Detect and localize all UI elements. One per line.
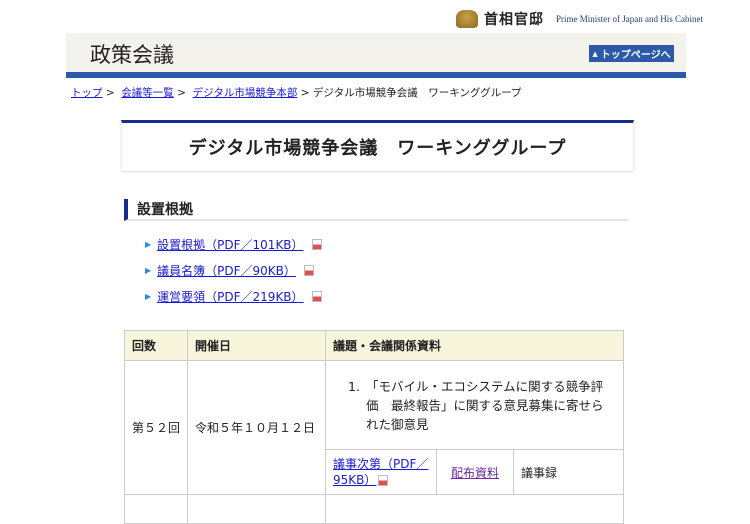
header-round: 回数 <box>124 330 188 361</box>
table-row: 第５２回 令和５年１０月１２日 1. 「モバイル・エコシステムに関する競争評価 最… <box>124 360 624 495</box>
link-members[interactable]: 議員名簿（PDF／90KB） <box>157 262 296 279</box>
cell-date: 令和５年１０月１２日 <box>187 360 326 495</box>
table-row <box>124 494 624 524</box>
bullet-icon: ▶ <box>145 240 152 249</box>
breadcrumb: トップ > 会議等一覧 > デジタル市場競争本部 > デジタル市場競争会議 ワー… <box>71 87 522 99</box>
link-materials[interactable]: 配布資料 <box>451 466 499 480</box>
kantei-logo[interactable]: 首相官邸 Prime Minister of Japan and His Cab… <box>456 9 703 29</box>
pdf-icon <box>311 239 322 250</box>
breadcrumb-top[interactable]: トップ <box>71 87 103 99</box>
header-divider <box>66 72 686 78</box>
cell-minutes: 議事録 <box>513 449 624 495</box>
top-page-label: トップページへ <box>600 50 671 61</box>
section-heading: 設置根拠 <box>124 199 628 221</box>
logo-jp: 首相官邸 <box>484 12 544 28</box>
cell-agenda: 1. 「モバイル・エコシステムに関する競争評価 最終報告」に関する意見募集に寄せら… <box>325 360 624 450</box>
top-page-button[interactable]: ▲ トップページへ <box>589 45 674 62</box>
agenda-number: 1. <box>348 378 360 394</box>
header-date: 開催日 <box>187 330 326 361</box>
pdf-icon <box>378 475 389 486</box>
link-rules[interactable]: 運営要領（PDF／219KB） <box>157 288 303 305</box>
breadcrumb-meetings[interactable]: 会議等一覧 <box>121 87 174 99</box>
cell-agenda-doc: 議事次第（PDF／95KB） <box>325 449 437 495</box>
list-item: ▶ 議員名簿（PDF／90KB） <box>145 262 314 279</box>
bullet-icon: ▶ <box>145 266 152 275</box>
breadcrumb-current: デジタル市場競争会議 ワーキンググループ <box>312 87 522 99</box>
logo-en: Prime Minister of Japan and His Cabinet <box>556 14 703 24</box>
table-header: 回数 開催日 議題・会議関係資料 <box>124 330 624 361</box>
pdf-icon <box>303 265 314 276</box>
arrow-up-icon: ▲ <box>592 49 598 58</box>
page-title: デジタル市場競争会議 ワーキンググループ <box>121 120 634 171</box>
section-title: 政策会議 <box>90 43 174 67</box>
link-establishment[interactable]: 設置根拠（PDF／101KB） <box>157 236 303 253</box>
meetings-table: 回数 開催日 議題・会議関係資料 第５２回 令和５年１０月１２日 1. 「モバイル… <box>124 330 624 524</box>
kiri-crest-icon <box>456 10 478 28</box>
cell-round: 第５２回 <box>124 360 188 495</box>
cell-materials: 配布資料 <box>436 449 514 495</box>
pdf-icon <box>311 291 322 302</box>
bullet-icon: ▶ <box>145 292 152 301</box>
list-item: ▶ 設置根拠（PDF／101KB） <box>145 236 322 253</box>
agenda-text: 「モバイル・エコシステムに関する競争評価 最終報告」に関する意見募集に寄せられた… <box>365 378 604 432</box>
header-agenda: 議題・会議関係資料 <box>325 330 624 361</box>
breadcrumb-headquarters[interactable]: デジタル市場競争本部 <box>193 87 298 99</box>
list-item: ▶ 運営要領（PDF／219KB） <box>145 288 322 305</box>
